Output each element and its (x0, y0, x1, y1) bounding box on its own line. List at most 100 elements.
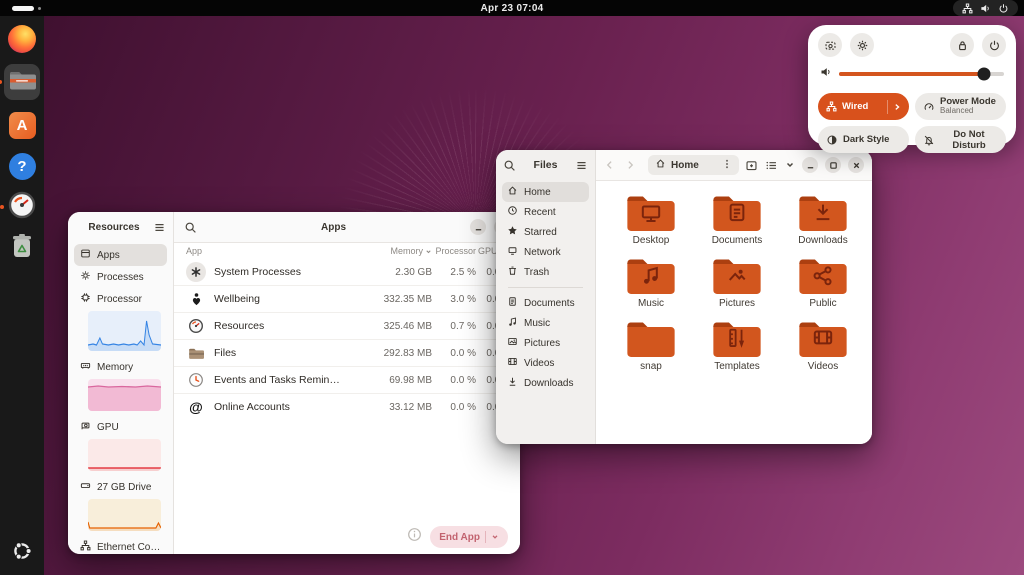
sidebar-item-apps[interactable]: Apps (74, 244, 167, 266)
dock-item-app-center[interactable]: A (6, 109, 38, 141)
sidebar-item-home[interactable]: Home (502, 182, 589, 202)
sidebar-item-processor[interactable]: Processor (74, 288, 167, 310)
do-not-disturb-label: Do Not Disturb (940, 129, 998, 151)
info-icon[interactable] (407, 527, 422, 547)
column-processor[interactable]: Processor (432, 246, 476, 256)
resources-running-dot (0, 205, 4, 209)
search-button[interactable] (503, 159, 516, 172)
processor-value: 3.0 % (432, 294, 476, 305)
view-options-chevron-button[interactable] (785, 160, 795, 170)
sidebar-item-gpu[interactable]: GPU (74, 416, 167, 438)
system-tray[interactable] (953, 0, 1018, 16)
path-menu-kebab-icon[interactable] (722, 156, 732, 174)
folder-downloads[interactable]: Downloads (780, 191, 866, 246)
sidebar-item-drive[interactable]: 27 GB Drive (74, 476, 167, 498)
folder-videos[interactable]: Videos (780, 317, 866, 372)
wired-tile[interactable]: Wired (818, 93, 909, 120)
folder-public[interactable]: Public (780, 254, 866, 309)
dock-item-files[interactable] (4, 64, 40, 100)
settings-button[interactable] (850, 33, 874, 57)
files-window: Files Home Recent Starred Network T (496, 150, 872, 444)
resources-window-title: Resources (75, 222, 153, 233)
sidebar-item-music[interactable]: Music (502, 313, 589, 333)
sidebar-label: Music (524, 318, 550, 329)
sidebar-item-trash[interactable]: Trash (502, 262, 589, 282)
processor-value: 0.0 % (432, 402, 476, 413)
sidebar-item-documents[interactable]: Documents (502, 293, 589, 313)
clock[interactable]: Apr 23 07:04 (480, 3, 543, 14)
memory-value: 69.98 MB (342, 375, 432, 386)
app-row-system-processes[interactable]: System Processes 2.30 GB 2.5 % 0.0 % (174, 259, 520, 285)
memory-usage-graph[interactable] (88, 379, 161, 411)
dock-item-trash[interactable] (6, 232, 38, 264)
close-button[interactable] (848, 157, 864, 173)
document-icon (507, 296, 518, 310)
ethernet-icon (80, 540, 91, 554)
folder-snap[interactable]: snap (608, 317, 694, 372)
cpu-icon (80, 292, 91, 306)
new-tab-button[interactable] (745, 159, 758, 172)
sidebar-item-recent[interactable]: Recent (502, 202, 589, 222)
sidebar-item-downloads[interactable]: Downloads (502, 373, 589, 393)
quick-settings-tiles: Wired Power Mode Balanced Dark Style Do … (818, 93, 1006, 153)
back-button[interactable] (604, 159, 616, 171)
folder-pictures[interactable]: Pictures (694, 254, 780, 309)
drive-usage-graph[interactable] (88, 499, 161, 531)
resources-app-icon (8, 191, 36, 224)
sidebar-item-ethernet[interactable]: Ethernet Connecti… (74, 536, 167, 554)
folder-templates[interactable]: Templates (694, 317, 780, 372)
screenshot-button[interactable] (818, 33, 842, 57)
dock-item-show-apps[interactable] (6, 537, 38, 569)
dock-item-firefox[interactable] (6, 23, 38, 55)
sidebar-label: Downloads (524, 378, 573, 389)
processor-usage-graph[interactable] (88, 311, 161, 351)
volume-slider[interactable] (839, 68, 1004, 81)
folder-music[interactable]: Music (608, 254, 694, 309)
folder-desktop[interactable]: Desktop (608, 191, 694, 246)
sidebar-item-starred[interactable]: Starred (502, 222, 589, 242)
app-row-online-accounts[interactable]: @Online Accounts 33.12 MB 0.0 % 0.0 % (174, 393, 520, 420)
path-bar[interactable]: Home (648, 155, 739, 175)
do-not-disturb-tile[interactable]: Do Not Disturb (915, 126, 1006, 153)
sidebar-item-videos[interactable]: Videos (502, 353, 589, 373)
folder-documents[interactable]: Documents (694, 191, 780, 246)
clock-icon (186, 370, 206, 390)
minimize-button[interactable] (470, 219, 486, 235)
lock-button[interactable] (950, 33, 974, 57)
app-row-resources[interactable]: Resources 325.46 MB 0.7 % 0.0 % (174, 312, 520, 339)
minimize-button[interactable] (802, 157, 818, 173)
column-app[interactable]: App (186, 246, 342, 256)
sidebar-item-processes[interactable]: Processes (74, 266, 167, 288)
resources-headerbar: Apps (174, 212, 520, 243)
workspace-inactive-dot[interactable] (38, 7, 41, 10)
app-row-events-reminders[interactable]: Events and Tasks Reminders 69.98 MB 0.0 … (174, 366, 520, 393)
power-button[interactable] (982, 33, 1006, 57)
column-memory[interactable]: Memory (342, 246, 432, 256)
power-icon (988, 39, 1001, 52)
gpu-usage-graph[interactable] (88, 439, 161, 471)
workspace-active-pill[interactable] (12, 6, 34, 11)
slider-knob[interactable] (978, 68, 991, 81)
list-view-button[interactable] (765, 159, 778, 172)
maximize-button[interactable] (825, 157, 841, 173)
dock-item-resources[interactable] (6, 191, 38, 223)
forward-button[interactable] (624, 159, 636, 171)
end-app-button[interactable]: End App (430, 526, 508, 548)
sidebar-item-network[interactable]: Network (502, 242, 589, 262)
power-mode-tile[interactable]: Power Mode Balanced (915, 93, 1006, 120)
home-icon (507, 185, 518, 199)
files-window-title: Files (516, 159, 575, 171)
resources-menu-button[interactable] (153, 221, 166, 234)
sidebar-label: Recent (524, 207, 556, 218)
sidebar-item-pictures[interactable]: Pictures (502, 333, 589, 353)
dark-style-tile[interactable]: Dark Style (818, 126, 909, 153)
dock-item-help[interactable]: ? (6, 150, 38, 182)
recent-clock-icon (507, 205, 518, 219)
sidebar-item-memory[interactable]: Memory (74, 356, 167, 378)
search-button[interactable] (184, 221, 197, 234)
app-row-files[interactable]: Files 292.83 MB 0.0 % 0.0 % (174, 339, 520, 366)
app-row-wellbeing[interactable]: Wellbeing 332.35 MB 3.0 % 0.0 % (174, 285, 520, 312)
dock: A ? (0, 16, 44, 575)
files-menu-button[interactable] (575, 159, 588, 172)
workspace-indicator[interactable] (12, 6, 41, 11)
